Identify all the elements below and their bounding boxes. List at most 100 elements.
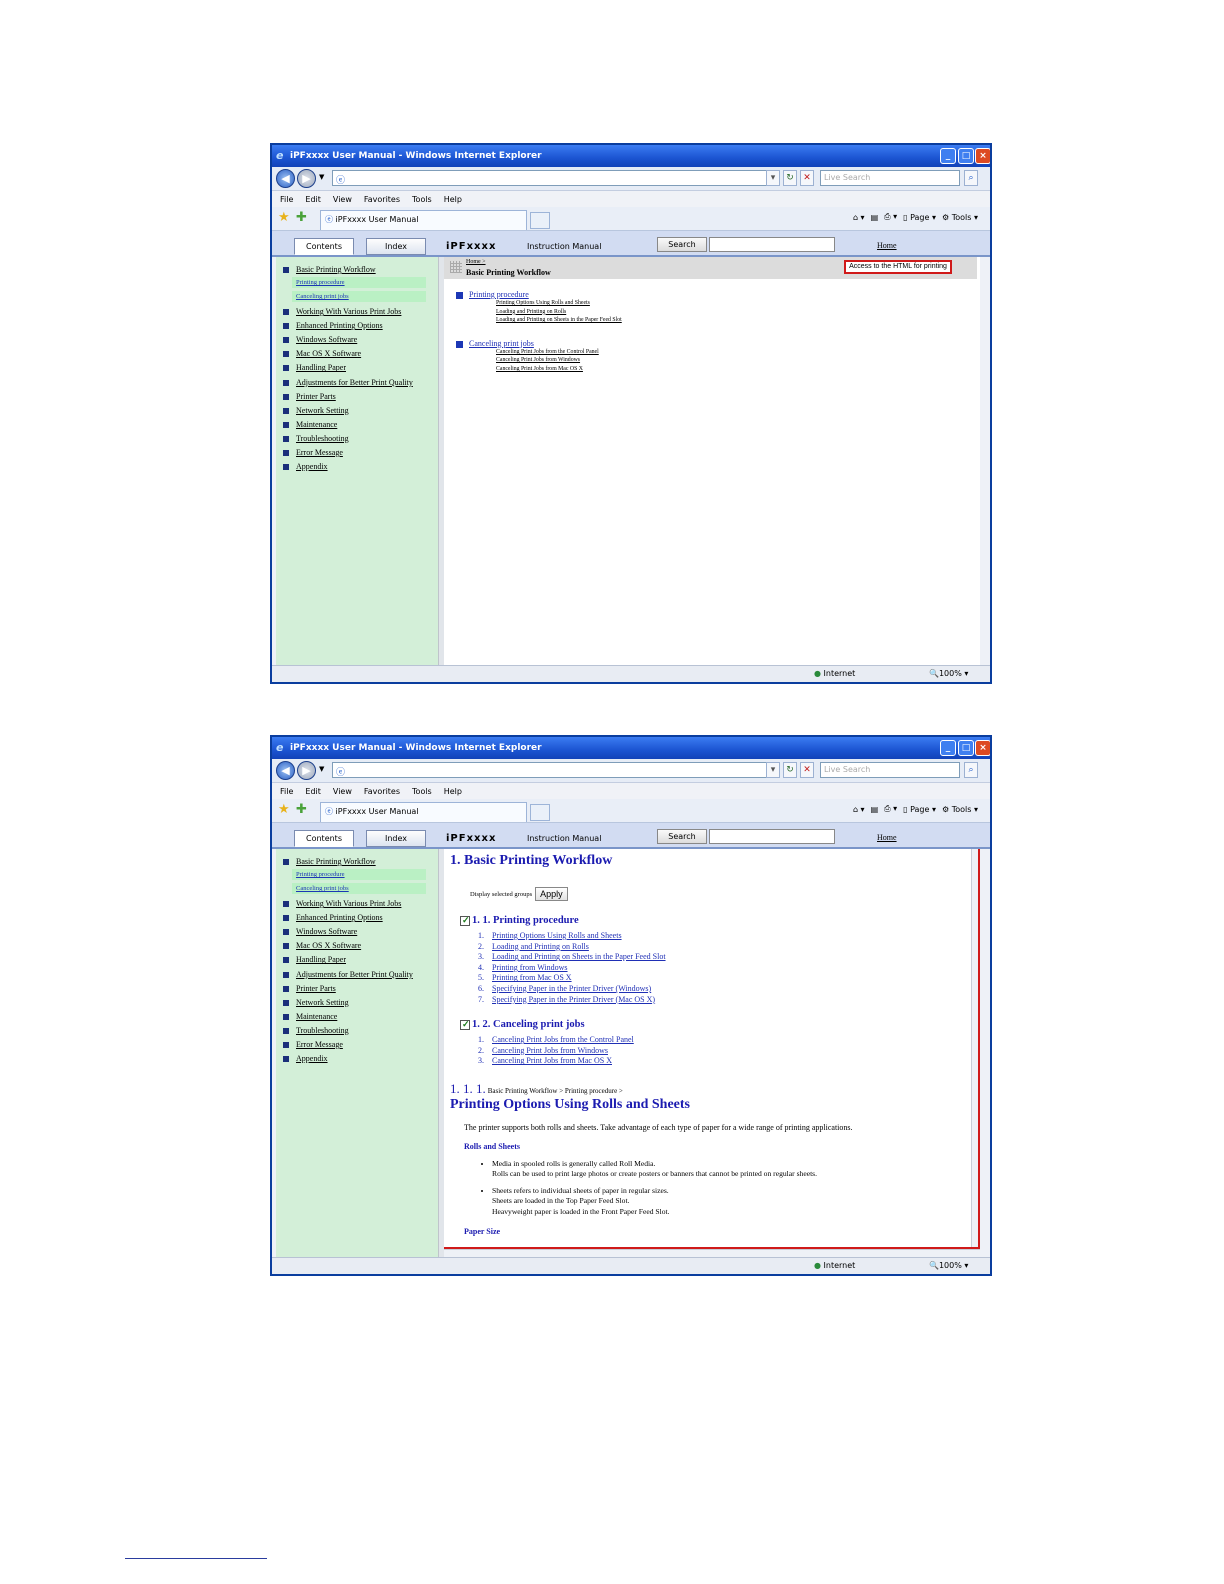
history-dropdown-icon[interactable]: ▼: [319, 173, 324, 181]
add-favorite-icon[interactable]: ✚: [296, 210, 307, 225]
address-dropdown-icon[interactable]: ▾: [766, 170, 780, 186]
address-bar[interactable]: ⓔ: [332, 762, 779, 778]
sidebar-item-error-message[interactable]: Error Message: [276, 1038, 438, 1052]
sidebar-item-maintenance[interactable]: Maintenance: [276, 1010, 438, 1024]
favorites-star-icon[interactable]: ★: [278, 802, 290, 817]
history-dropdown-icon[interactable]: ▼: [319, 765, 324, 773]
list-item[interactable]: Printing Options Using Rolls and Sheets: [496, 299, 622, 308]
menu-favorites[interactable]: Favorites: [364, 195, 400, 204]
feeds-icon[interactable]: ▤: [871, 213, 879, 222]
tools-menu[interactable]: ⚙ Tools ▾: [942, 213, 978, 222]
refresh-icon[interactable]: ↻: [783, 170, 797, 186]
tab-contents[interactable]: Contents: [294, 238, 354, 255]
tab-index[interactable]: Index: [366, 238, 426, 255]
search-input[interactable]: Live Search: [820, 762, 960, 778]
list-item[interactable]: Loading and Printing on Rolls: [496, 308, 622, 317]
menu-edit[interactable]: Edit: [305, 195, 321, 204]
menu-view[interactable]: View: [333, 787, 352, 796]
sidebar-item-network-setting[interactable]: Network Setting: [276, 996, 438, 1010]
sidebar-item-troubleshooting[interactable]: Troubleshooting: [276, 432, 438, 446]
menu-tools[interactable]: Tools: [412, 787, 432, 796]
maximize-button[interactable]: □: [958, 740, 974, 756]
tab-index[interactable]: Index: [366, 830, 426, 847]
sidebar-item-error-message[interactable]: Error Message: [276, 446, 438, 460]
sidebar-item-mac-software[interactable]: Mac OS X Software: [276, 347, 438, 361]
browser-tab[interactable]: ⓔ iPFxxxx User Manual: [320, 210, 527, 230]
sidebar-item-canceling-print-jobs[interactable]: Canceling print jobs: [292, 883, 426, 895]
forward-icon[interactable]: ▶: [297, 169, 316, 188]
sidebar-item-network-setting[interactable]: Network Setting: [276, 404, 438, 418]
add-favorite-icon[interactable]: ✚: [296, 802, 307, 817]
back-icon[interactable]: ◀: [276, 169, 295, 188]
sidebar-item-basic-printing-workflow[interactable]: Basic Printing Workflow: [276, 855, 438, 869]
menu-view[interactable]: View: [333, 195, 352, 204]
search-icon[interactable]: ⌕: [964, 762, 978, 778]
forward-icon[interactable]: ▶: [297, 761, 316, 780]
sidebar-item-appendix[interactable]: Appendix: [276, 1052, 438, 1066]
page-menu[interactable]: ▯ Page ▾: [903, 805, 936, 814]
page-menu[interactable]: ▯ Page ▾: [903, 213, 936, 222]
new-tab-button[interactable]: [530, 212, 550, 229]
sidebar-item-windows-software[interactable]: Windows Software: [276, 333, 438, 347]
manual-search-input[interactable]: [709, 829, 835, 844]
sidebar-item-appendix[interactable]: Appendix: [276, 460, 438, 474]
tab-contents[interactable]: Contents: [294, 830, 354, 847]
back-icon[interactable]: ◀: [276, 761, 295, 780]
home-link[interactable]: Home: [877, 241, 897, 250]
sidebar-item-canceling-print-jobs[interactable]: Canceling print jobs: [292, 291, 426, 303]
sidebar-item-various-print-jobs[interactable]: Working With Various Print Jobs: [276, 897, 438, 911]
menu-tools[interactable]: Tools: [412, 195, 432, 204]
menu-edit[interactable]: Edit: [305, 787, 321, 796]
search-input[interactable]: Live Search: [820, 170, 960, 186]
sidebar-item-printing-procedure[interactable]: Printing procedure: [292, 869, 426, 881]
sidebar-item-basic-printing-workflow[interactable]: Basic Printing Workflow: [276, 263, 438, 277]
menu-file[interactable]: File: [280, 787, 293, 796]
stop-icon[interactable]: ✕: [800, 762, 814, 778]
search-button[interactable]: Search: [657, 829, 707, 844]
home-link[interactable]: Home: [877, 833, 897, 842]
sidebar-item-maintenance[interactable]: Maintenance: [276, 418, 438, 432]
section-link[interactable]: Printing procedure: [469, 290, 529, 299]
minimize-button[interactable]: _: [940, 148, 956, 164]
list-item[interactable]: Canceling Print Jobs from Mac OS X: [496, 365, 622, 374]
sidebar-item-mac-software[interactable]: Mac OS X Software: [276, 939, 438, 953]
stop-icon[interactable]: ✕: [800, 170, 814, 186]
browser-tab[interactable]: ⓔ iPFxxxx User Manual: [320, 802, 527, 822]
refresh-icon[interactable]: ↻: [783, 762, 797, 778]
horizontal-scrollbar[interactable]: [444, 1249, 980, 1257]
favorites-star-icon[interactable]: ★: [278, 210, 290, 225]
sidebar-item-adjustments[interactable]: Adjustments for Better Print Quality: [276, 968, 438, 982]
menu-help[interactable]: Help: [444, 787, 462, 796]
maximize-button[interactable]: □: [958, 148, 974, 164]
html-print-link[interactable]: Access to the HTML for printing: [844, 260, 952, 274]
close-button[interactable]: ×: [975, 148, 990, 164]
home-icon[interactable]: ⌂ ▾: [853, 213, 865, 222]
sidebar-item-windows-software[interactable]: Windows Software: [276, 925, 438, 939]
sidebar-item-enhanced-printing[interactable]: Enhanced Printing Options: [276, 911, 438, 925]
sidebar-item-handling-paper[interactable]: Handling Paper: [276, 361, 438, 375]
breadcrumb-home-link[interactable]: Home >: [466, 259, 486, 265]
sidebar-item-adjustments[interactable]: Adjustments for Better Print Quality: [276, 376, 438, 390]
search-icon[interactable]: ⌕: [964, 170, 978, 186]
print-icon[interactable]: ⎙ ▾: [884, 212, 897, 222]
zoom-control[interactable]: 🔍100% ▾: [929, 1261, 968, 1270]
tools-menu[interactable]: ⚙ Tools ▾: [942, 805, 978, 814]
menu-favorites[interactable]: Favorites: [364, 787, 400, 796]
close-button[interactable]: ×: [975, 740, 990, 756]
sidebar-item-printer-parts[interactable]: Printer Parts: [276, 390, 438, 404]
address-bar[interactable]: ⓔ: [332, 170, 779, 186]
zoom-control[interactable]: 🔍100% ▾: [929, 669, 968, 678]
list-item[interactable]: Canceling Print Jobs from Windows: [496, 356, 622, 365]
sidebar-item-various-print-jobs[interactable]: Working With Various Print Jobs: [276, 305, 438, 319]
address-dropdown-icon[interactable]: ▾: [766, 762, 780, 778]
list-item[interactable]: Loading and Printing on Sheets in the Pa…: [496, 316, 622, 325]
sidebar-item-printer-parts[interactable]: Printer Parts: [276, 982, 438, 996]
home-icon[interactable]: ⌂ ▾: [853, 805, 865, 814]
manual-search-input[interactable]: [709, 237, 835, 252]
list-item[interactable]: Canceling Print Jobs from the Control Pa…: [496, 348, 622, 357]
search-button[interactable]: Search: [657, 237, 707, 252]
menu-file[interactable]: File: [280, 195, 293, 204]
feeds-icon[interactable]: ▤: [871, 805, 879, 814]
new-tab-button[interactable]: [530, 804, 550, 821]
minimize-button[interactable]: _: [940, 740, 956, 756]
